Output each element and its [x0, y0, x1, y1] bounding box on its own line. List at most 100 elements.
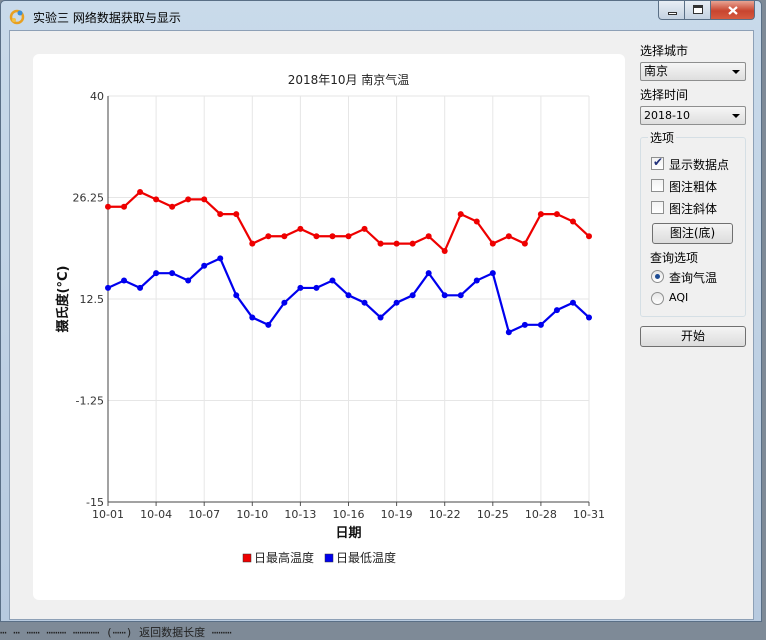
data-point: [473, 277, 480, 284]
city-select-value: 南京: [644, 64, 669, 78]
x-tick-label: 10-28: [525, 508, 557, 521]
legend-bold-checkbox[interactable]: [651, 179, 664, 192]
data-point: [121, 277, 128, 284]
data-point: [249, 314, 256, 321]
app-logo-icon: [9, 9, 25, 25]
data-point: [473, 218, 480, 225]
data-point: [377, 240, 384, 247]
chart-panel: 40 26.25 12.5 -1.25 -15 10-01 10-04 10-07 10-10 1…: [33, 54, 625, 600]
chevron-down-icon: [732, 70, 740, 74]
data-point: [345, 233, 352, 240]
data-point: [409, 240, 416, 247]
x-tick-label: 10-10: [236, 508, 268, 521]
data-point: [489, 240, 496, 247]
city-label: 选择城市: [640, 44, 689, 58]
window-title: 实验三 网络数据获取与显示: [33, 11, 181, 25]
client-area: 40 26.25 12.5 -1.25 -15 10-01 10-04 10-07 10-10 1…: [9, 30, 754, 620]
start-button[interactable]: 开始: [640, 326, 746, 347]
data-point: [201, 196, 208, 203]
data-point: [521, 240, 528, 247]
console-output: ⋯ ⋯ ⋯⋯ ⋯⋯⋯ ⋯⋯⋯⋯ (⋯⋯) 返回数据长度 ⋯⋯⋯: [0, 626, 232, 639]
x-tick-label: 10-19: [381, 508, 413, 521]
y-axis-label: 摄氏度(°C): [55, 266, 71, 333]
data-point: [393, 240, 400, 247]
data-point: [425, 270, 432, 277]
legend-italic-label[interactable]: 图注斜体: [669, 200, 717, 217]
x-axis-label: 日期: [335, 526, 361, 541]
data-point: [441, 292, 448, 299]
show-points-checkbox[interactable]: ✔: [651, 155, 664, 170]
show-points-label[interactable]: 显示数据点: [669, 156, 729, 173]
data-point: [233, 292, 240, 299]
data-point: [201, 262, 208, 269]
minimize-button[interactable]: [658, 1, 685, 20]
checkmark-icon: ✔: [653, 155, 664, 169]
legend-label: 日最高温度: [254, 550, 314, 565]
chevron-down-icon: [732, 114, 740, 118]
data-point: [569, 218, 576, 225]
x-tick-label: 10-31: [573, 508, 605, 521]
legend-label: 日最低温度: [336, 550, 396, 565]
data-point: [586, 314, 592, 321]
maximize-button[interactable]: [685, 1, 711, 20]
data-point: [537, 211, 544, 218]
data-point: [265, 321, 272, 328]
legend-marker: [242, 553, 252, 563]
data-point: [425, 233, 432, 240]
data-point: [521, 321, 528, 328]
title-bar[interactable]: 实验三 网络数据获取与显示: [1, 1, 761, 30]
data-point: [297, 284, 304, 291]
data-point: [441, 248, 448, 255]
query-aqi-label[interactable]: AQI: [669, 291, 688, 304]
legend-bold-label[interactable]: 图注粗体: [669, 178, 717, 195]
data-point: [329, 233, 336, 240]
data-point: [217, 255, 224, 262]
data-point: [537, 321, 544, 328]
data-point: [265, 233, 272, 240]
data-point: [249, 240, 256, 247]
x-tick-label: 10-01: [92, 508, 124, 521]
data-point: [361, 225, 368, 232]
data-point: [409, 292, 416, 299]
x-tick-label: 10-25: [477, 508, 509, 521]
data-point: [281, 299, 288, 306]
data-point: [313, 233, 320, 240]
data-point: [569, 299, 576, 306]
data-point: [121, 203, 128, 210]
data-point: [329, 277, 336, 284]
data-point: [505, 329, 512, 336]
time-select-value: 2018-10: [644, 109, 690, 122]
data-point: [217, 211, 224, 218]
legend-position-button[interactable]: 图注(底): [652, 223, 733, 244]
data-point: [233, 211, 240, 218]
data-point: [185, 277, 192, 284]
legend-italic-checkbox[interactable]: [651, 201, 664, 214]
data-point: [313, 284, 320, 291]
city-select[interactable]: 南京: [640, 62, 746, 81]
data-point: [169, 203, 176, 210]
data-point: [361, 299, 368, 306]
data-point: [457, 292, 464, 299]
query-temp-radio[interactable]: [651, 270, 664, 283]
y-tick-label: 40: [90, 90, 104, 103]
data-point: [553, 211, 560, 218]
time-select[interactable]: 2018-10: [640, 106, 746, 125]
data-point: [345, 292, 352, 299]
query-temp-label[interactable]: 查询气温: [669, 269, 717, 286]
data-point: [105, 203, 111, 210]
minimize-icon: [668, 12, 677, 15]
data-point: [185, 196, 192, 203]
time-label: 选择时间: [640, 88, 689, 102]
data-point: [377, 314, 384, 321]
radio-selected-icon: [655, 274, 660, 279]
data-point: [137, 188, 144, 195]
close-icon: [728, 6, 738, 15]
query-aqi-radio[interactable]: [651, 292, 664, 305]
close-button[interactable]: [711, 1, 755, 20]
data-point: [137, 284, 144, 291]
y-tick-label: 26.25: [73, 192, 105, 205]
data-point: [505, 233, 512, 240]
data-point: [105, 284, 111, 291]
query-options-label: 查询选项: [650, 251, 699, 265]
data-point: [489, 270, 496, 277]
